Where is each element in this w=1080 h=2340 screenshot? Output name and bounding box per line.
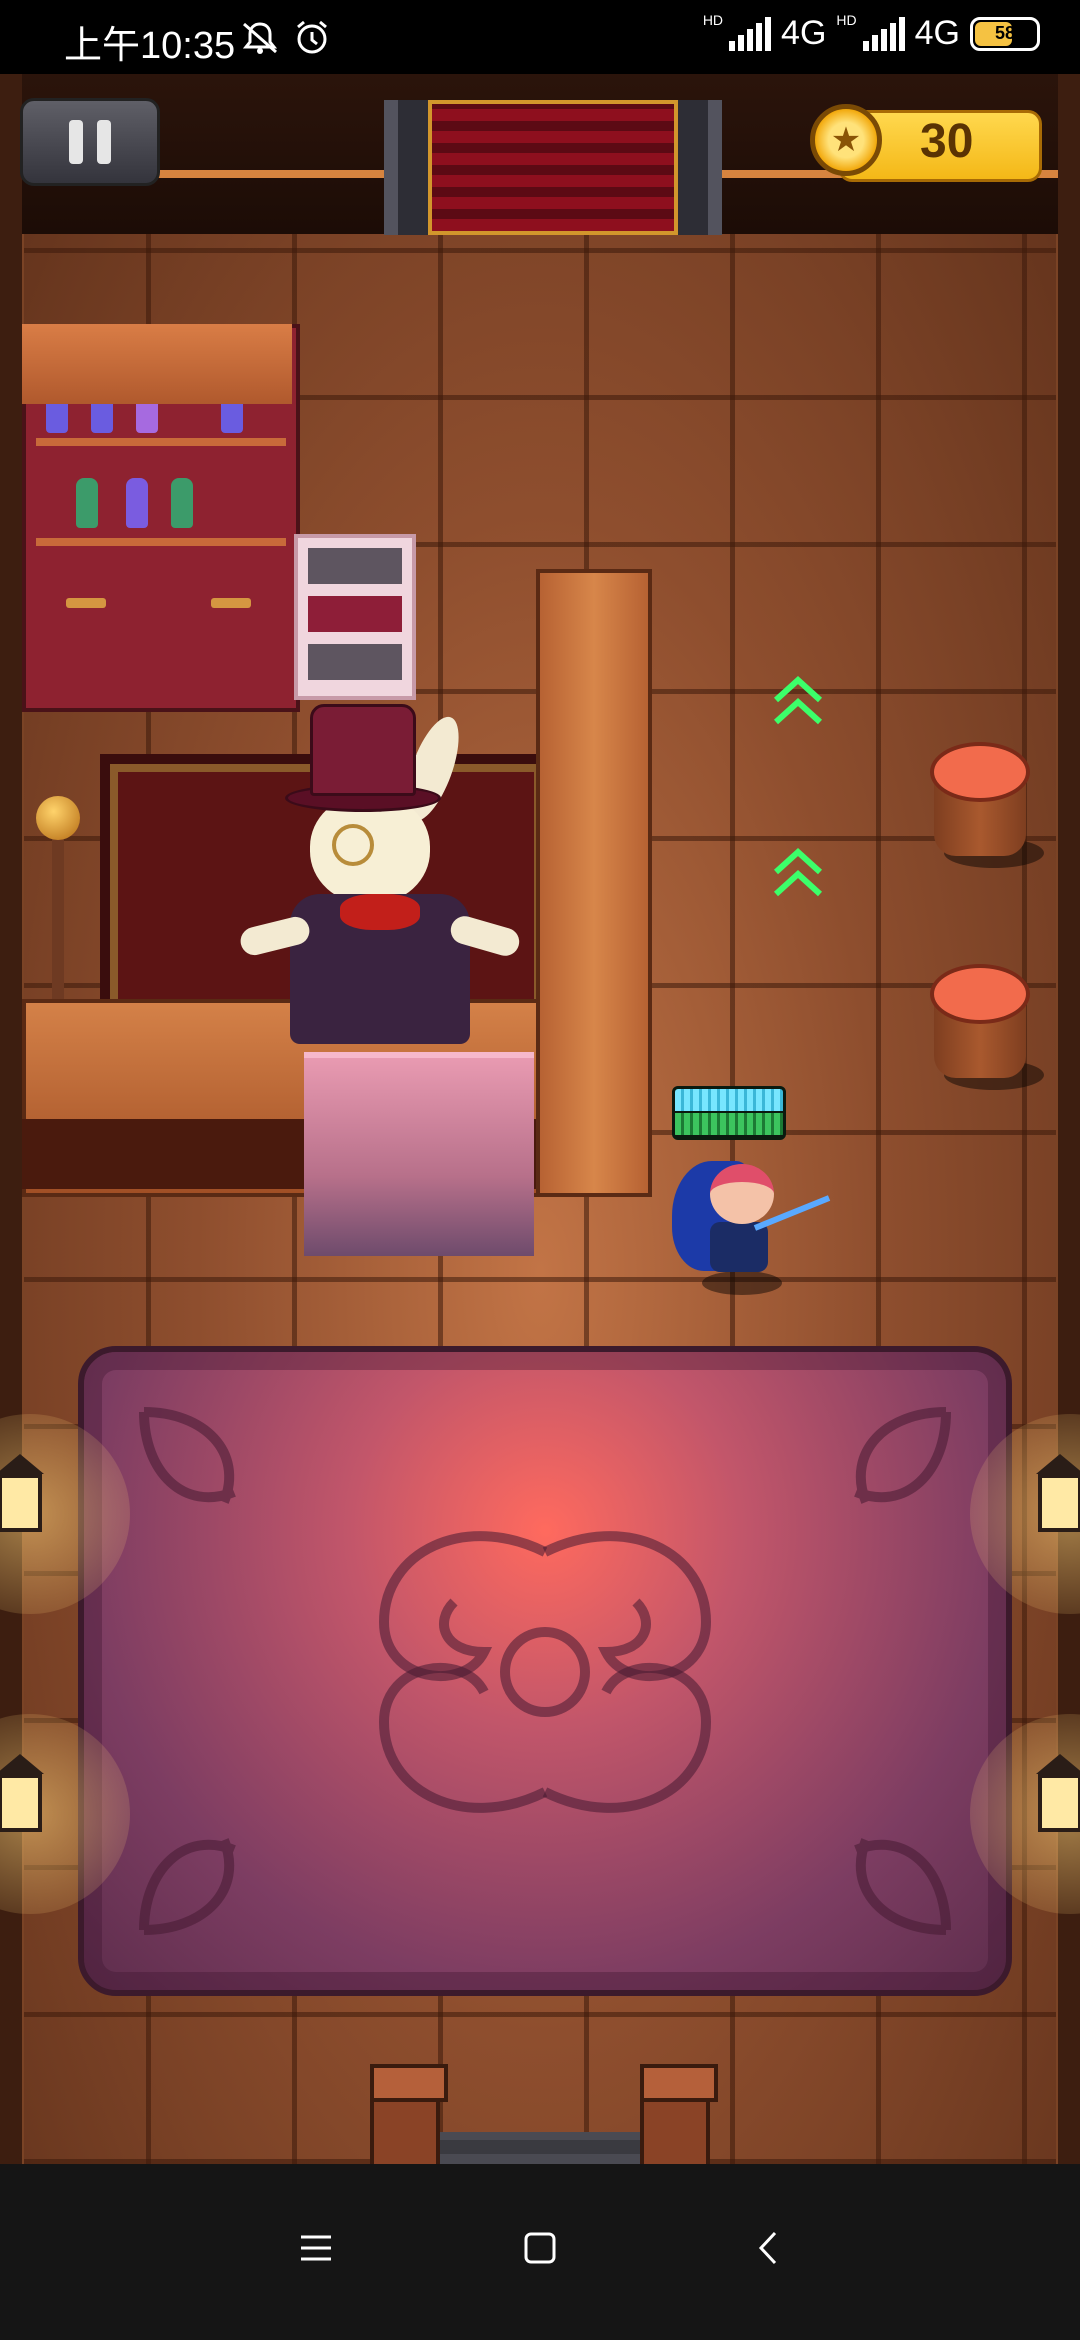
lantern-icon (970, 1714, 1080, 1914)
exit-post (640, 2064, 718, 2164)
chevron-up-icon (768, 670, 828, 730)
coin-count: 30 (920, 115, 974, 168)
lantern-icon (0, 1714, 130, 1914)
entrance-door (384, 100, 722, 235)
game-scene[interactable]: ★ 30 (0, 74, 1080, 2164)
lantern-icon (0, 1414, 130, 1614)
shield-fill (675, 1089, 783, 1111)
health-bar (672, 1086, 786, 1140)
pink-cabinet (294, 534, 416, 700)
pause-icon (69, 120, 83, 164)
central-rug (78, 1346, 1012, 1996)
system-nav-bar (0, 2164, 1080, 2340)
counter-cloth (304, 1052, 534, 1256)
exit-stairs (412, 2132, 670, 2164)
bow-tie (340, 894, 420, 930)
battery-icon: 58 (970, 16, 1040, 51)
pause-button[interactable] (20, 98, 160, 186)
hd-label: HD (836, 11, 857, 28)
network-type: 4G (914, 14, 960, 52)
status-time: 上午10:35 (64, 25, 236, 67)
chevron-up-icon (768, 842, 828, 902)
signal-icon (862, 16, 905, 51)
health-fill (675, 1113, 783, 1135)
signal-icon (729, 16, 772, 51)
exit-post (370, 2064, 448, 2164)
battery-level: 58 (994, 23, 1016, 43)
star-coin-icon: ★ (810, 104, 882, 176)
barrel[interactable] (930, 742, 1044, 868)
bottle (171, 478, 193, 528)
back-icon[interactable] (738, 2218, 798, 2278)
status-bar: 上午10:35 HD 4G HD 4G 58 (0, 0, 1080, 74)
bottle (126, 478, 148, 528)
menu-icon[interactable] (286, 2218, 346, 2278)
top-hat (310, 704, 416, 796)
shop-counter-side (536, 569, 652, 1197)
home-icon[interactable] (510, 2218, 570, 2278)
monocle-icon (332, 824, 374, 866)
barrel[interactable] (930, 964, 1044, 1090)
lantern-icon (970, 1414, 1080, 1614)
bottle (76, 478, 98, 528)
player-character[interactable] (662, 1086, 831, 1301)
network-type: 4G (781, 14, 827, 52)
notifications-off-icon (240, 20, 280, 61)
alarm-icon (292, 20, 332, 61)
hd-label: HD (702, 11, 724, 28)
